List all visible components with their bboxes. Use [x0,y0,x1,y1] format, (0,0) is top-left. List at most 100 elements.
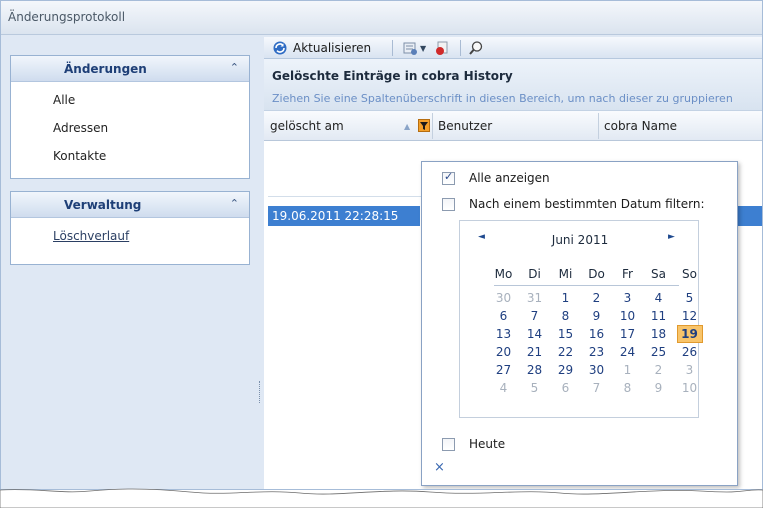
group-by-hint[interactable]: Ziehen Sie eine Spaltenüberschrift in di… [272,92,733,105]
collapse-chevron-icon[interactable]: ⌃ [230,61,239,74]
calendar-day[interactable]: 24 [612,343,643,361]
calendar-day-other-month[interactable]: 31 [519,289,550,307]
calendar-day[interactable]: 25 [643,343,674,361]
weekday-label: Sa [651,267,666,281]
panel-title: Gelöschte Einträge in cobra History [272,69,513,83]
next-month-icon[interactable]: ► [668,232,675,242]
selected-day-label: 19 [676,325,703,343]
calendar-day[interactable]: 4 [643,289,674,307]
column-filter-popup: Alle anzeigen Nach einem bestimmten Datu… [421,161,738,486]
torn-edge [0,488,763,508]
calendar-day[interactable]: 14 [519,325,550,343]
column-divider[interactable] [432,113,433,139]
calendar-day[interactable]: 13 [488,325,519,343]
calendar-week-row: 30 31 1 2 3 4 5 [488,289,705,307]
date-filter-checkbox[interactable]: Nach einem bestimmten Datum filtern: [442,196,705,212]
calendar-day[interactable]: 8 [550,307,581,325]
toolbar: Aktualisieren ▼ [264,37,762,59]
calendar-day[interactable]: 17 [612,325,643,343]
nav-item-loeschverlauf[interactable]: Löschverlauf [11,222,249,250]
calendar-day-selected[interactable]: 19 [674,325,705,343]
weekday-label: Di [528,267,541,281]
filter-icon[interactable] [418,119,430,132]
calendar-day[interactable]: 30 [581,361,612,379]
nav-item-adressen[interactable]: Adressen [11,114,249,142]
column-header-benutzer[interactable]: Benutzer [438,111,492,141]
show-all-checkbox[interactable]: Alle anzeigen [442,170,550,186]
calendar-day-other-month[interactable]: 7 [581,379,612,397]
table-row[interactable]: 19.06.2011 22:28:15 [268,206,420,226]
checkbox-checked[interactable] [442,170,455,185]
calendar-day[interactable]: 9 [581,307,612,325]
calendar-day[interactable]: 26 [674,343,705,361]
column-divider[interactable] [598,113,599,139]
calendar-week-row: 13 14 15 16 17 18 19 [488,325,705,343]
calendar-day-other-month[interactable]: 2 [643,361,674,379]
date-filter-label: Nach einem bestimmten Datum filtern: [469,197,705,211]
calendar-day[interactable]: 12 [674,307,705,325]
table-row-selection-tail[interactable] [734,206,762,226]
calendar-day[interactable]: 16 [581,325,612,343]
close-filter-icon[interactable]: × [434,460,445,475]
calendar-day[interactable]: 18 [643,325,674,343]
group-verwaltung: Verwaltung ⌃ Löschverlauf [10,191,250,265]
panel-header: Gelöschte Einträge in cobra History Zieh… [264,59,762,111]
export-dropdown-button[interactable]: ▼ [402,39,426,57]
refresh-button[interactable]: Aktualisieren [272,39,371,57]
weekday-label: Mo [494,267,513,281]
calendar-week-row: 4 5 6 7 8 9 10 [488,379,705,397]
weekday-label: Do [588,267,605,281]
calendar-day[interactable]: 21 [519,343,550,361]
calendar-day-other-month[interactable]: 4 [488,379,519,397]
calendar-day[interactable]: 23 [581,343,612,361]
calendar-day-other-month[interactable]: 6 [550,379,581,397]
calendar-week-row: 20 21 22 23 24 25 26 [488,343,705,361]
weekday-label: Mi [558,267,573,281]
group-title: Änderungen [64,62,147,76]
calendar-month-label: Juni 2011 [551,233,609,247]
grid-header: gelöscht am ▲ Benutzer cobra Name [264,111,762,141]
column-header-geloescht-am[interactable]: gelöscht am [270,111,344,141]
app-window: Änderungsprotokoll Änderungen ⌃ Alle Adr… [0,0,763,490]
delete-history-button[interactable] [434,39,450,57]
calendar-day-other-month[interactable]: 1 [612,361,643,379]
calendar-day[interactable]: 27 [488,361,519,379]
calendar-day[interactable]: 7 [519,307,550,325]
group-header-aenderungen[interactable]: Änderungen ⌃ [11,56,249,82]
search-button[interactable] [468,39,484,57]
checkbox-unchecked[interactable] [442,437,455,451]
calendar-day-other-month[interactable]: 8 [612,379,643,397]
calendar-day[interactable]: 11 [643,307,674,325]
sort-ascending-icon: ▲ [404,122,411,131]
toolbar-separator [392,40,393,56]
calendar-day-other-month[interactable]: 3 [674,361,705,379]
collapse-chevron-icon[interactable]: ⌃ [230,197,239,210]
calendar-day[interactable]: 2 [581,289,612,307]
calendar-day[interactable]: 15 [550,325,581,343]
calendar-day[interactable]: 20 [488,343,519,361]
calendar-day-other-month[interactable]: 10 [674,379,705,397]
calendar-day-other-month[interactable]: 9 [643,379,674,397]
checkbox-unchecked[interactable] [442,197,455,211]
calendar-day[interactable]: 22 [550,343,581,361]
calendar-day[interactable]: 1 [550,289,581,307]
group-header-verwaltung[interactable]: Verwaltung ⌃ [11,192,249,218]
nav-item-kontakte[interactable]: Kontakte [11,142,249,170]
calendar-day[interactable]: 28 [519,361,550,379]
navigation-pane: Änderungen ⌃ Alle Adressen Kontakte Verw… [10,55,250,277]
calendar-day[interactable]: 29 [550,361,581,379]
calendar-day[interactable]: 6 [488,307,519,325]
today-checkbox[interactable]: Heute [442,436,505,452]
calendar-day[interactable]: 10 [612,307,643,325]
dropdown-arrow-icon: ▼ [420,43,427,53]
calendar-day[interactable]: 5 [674,289,705,307]
calendar-day[interactable]: 3 [612,289,643,307]
calendar-day-other-month[interactable]: 30 [488,289,519,307]
window-title: Änderungsprotokoll [8,10,126,24]
pane-splitter[interactable] [259,381,262,403]
refresh-icon [272,40,288,56]
column-header-cobra-name[interactable]: cobra Name [604,111,677,141]
weekday-label: So [682,267,697,281]
calendar-day-other-month[interactable]: 5 [519,379,550,397]
nav-item-alle[interactable]: Alle [11,86,249,114]
